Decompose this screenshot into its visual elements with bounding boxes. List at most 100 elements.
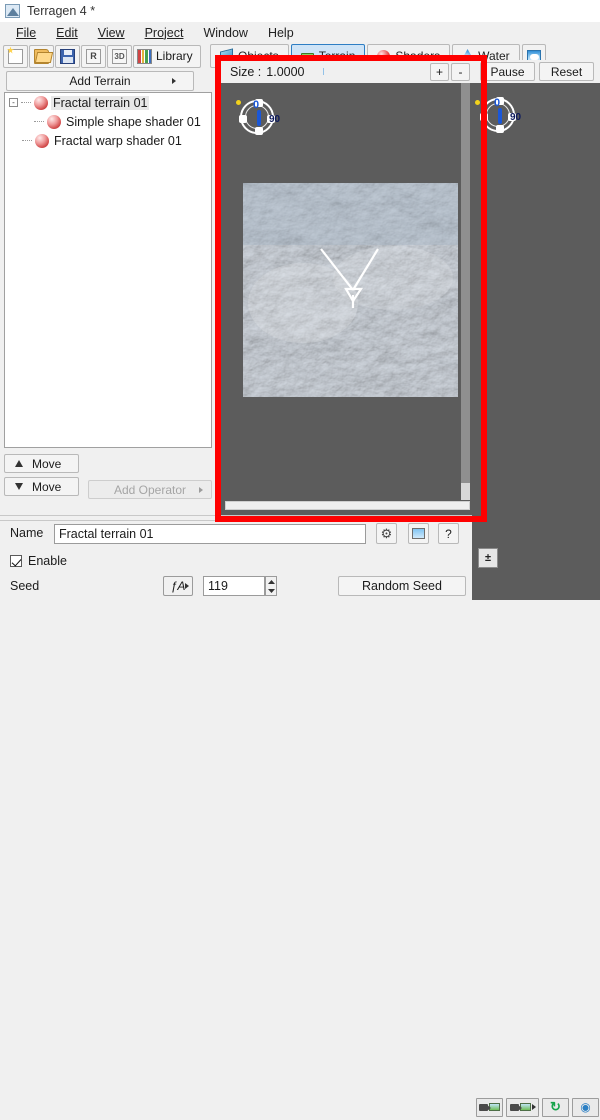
library-button[interactable]: Library bbox=[133, 44, 201, 68]
tree-item-fractal-terrain-01[interactable]: - Fractal terrain 01 bbox=[5, 93, 211, 112]
render-camera-icon bbox=[479, 1103, 491, 1111]
tree-connector-line bbox=[34, 121, 44, 122]
compass-needle bbox=[498, 108, 502, 124]
new-file-icon bbox=[8, 48, 23, 64]
add-operator-button: Add Operator bbox=[88, 480, 212, 499]
tree-item-label: Fractal terrain 01 bbox=[51, 95, 150, 110]
zoom-out-label: - bbox=[458, 65, 463, 79]
menu-help[interactable]: Help bbox=[258, 24, 304, 42]
light-marker-icon bbox=[475, 100, 480, 105]
zoom-in-button[interactable]: + bbox=[430, 63, 449, 81]
globe-icon: ◉ bbox=[580, 1100, 591, 1114]
node-sphere-icon bbox=[47, 114, 61, 129]
node-color-button[interactable] bbox=[408, 523, 429, 544]
render-button[interactable]: R bbox=[81, 44, 106, 68]
menu-bar: File Edit View Project Window Help bbox=[0, 22, 600, 43]
terragen-logo-icon bbox=[5, 4, 20, 18]
menu-edit[interactable]: Edit bbox=[46, 24, 88, 42]
chevron-right-icon bbox=[199, 486, 203, 493]
render-camera-options-icon bbox=[509, 1103, 522, 1111]
random-seed-label: Random Seed bbox=[362, 579, 442, 593]
title-bar: Terragen 4 * bbox=[0, 0, 600, 22]
library-books-icon bbox=[137, 48, 152, 64]
globe-button[interactable]: ◉ bbox=[572, 1097, 599, 1117]
name-input[interactable]: Fractal terrain 01 bbox=[54, 524, 366, 544]
add-terrain-label: Add Terrain bbox=[69, 73, 131, 88]
properties-panel: Name Fractal terrain 01 ⚙ ? Enable Seed … bbox=[0, 520, 472, 600]
menu-view-label: View bbox=[97, 25, 125, 40]
light-marker-icon bbox=[236, 100, 241, 105]
render-toolbar-panel: ± ↻ ◉ bbox=[472, 520, 600, 1117]
render-options-button[interactable] bbox=[506, 1097, 539, 1117]
size-slider-tick[interactable] bbox=[322, 68, 324, 75]
library-button-label: Library bbox=[156, 49, 193, 63]
preview-navigation-compass-left[interactable]: 0 90 bbox=[239, 99, 280, 135]
node-sphere-icon bbox=[34, 95, 48, 110]
camera-frustum-overlay bbox=[320, 248, 379, 308]
compass-pitch-label: 90 bbox=[510, 112, 522, 123]
enable-label: Enable bbox=[28, 554, 67, 568]
add-terrain-button[interactable]: Add Terrain bbox=[6, 70, 194, 91]
seed-function-button[interactable]: ƒA bbox=[163, 576, 193, 596]
enable-checkbox-row[interactable]: Enable bbox=[10, 554, 67, 568]
gear-icon: ⚙ bbox=[380, 525, 393, 541]
open-project-button[interactable] bbox=[29, 44, 54, 68]
seed-label: Seed bbox=[10, 579, 40, 593]
random-seed-button[interactable]: Random Seed bbox=[338, 576, 466, 596]
name-input-value: Fractal terrain 01 bbox=[59, 527, 154, 541]
preview-playback-bar: Pause Reset bbox=[476, 60, 600, 83]
compass-heading-label: 0 bbox=[494, 97, 501, 109]
add-terrain-row: Add Terrain bbox=[0, 69, 215, 92]
seed-input[interactable]: 119 bbox=[203, 576, 265, 596]
move-down-button[interactable]: Move bbox=[4, 477, 79, 496]
refresh-button[interactable]: ↻ bbox=[542, 1097, 569, 1117]
compass-pitch-label: 90 bbox=[269, 114, 281, 125]
terrain-node-tree[interactable]: - Fractal terrain 01 Simple shape shader… bbox=[4, 92, 212, 448]
save-project-button[interactable] bbox=[55, 44, 80, 68]
node-sphere-icon bbox=[35, 133, 49, 148]
zoom-out-button[interactable]: - bbox=[451, 63, 470, 81]
exposure-button[interactable]: ± bbox=[478, 548, 498, 568]
menu-edit-label: Edit bbox=[56, 25, 78, 40]
question-mark-icon: ? bbox=[445, 526, 452, 541]
scrollbar-thumb[interactable] bbox=[461, 83, 470, 483]
menu-file[interactable]: File bbox=[6, 24, 46, 42]
arrow-up-icon bbox=[15, 460, 23, 467]
color-swatch-icon bbox=[412, 528, 425, 539]
compass-nub-left[interactable] bbox=[239, 115, 247, 123]
exposure-icon: ± bbox=[484, 552, 492, 564]
node-settings-button[interactable]: ⚙ bbox=[376, 523, 397, 544]
stepper-up-icon[interactable] bbox=[266, 577, 276, 586]
compass-nub-bottom[interactable] bbox=[496, 125, 504, 133]
enable-checkbox[interactable] bbox=[10, 555, 22, 567]
new-project-button[interactable] bbox=[3, 44, 28, 68]
compass-nub-bottom[interactable] bbox=[255, 127, 263, 135]
add-operator-label: Add Operator bbox=[113, 482, 187, 497]
render-to-preview-button[interactable] bbox=[476, 1097, 503, 1117]
menu-view[interactable]: View bbox=[88, 24, 135, 42]
compass-needle bbox=[257, 110, 261, 126]
save-disk-icon bbox=[60, 48, 75, 64]
preview-3d-button[interactable]: 3D bbox=[107, 44, 132, 68]
preview-vertical-scrollbar[interactable] bbox=[461, 83, 470, 500]
preview-horizontal-scrollbar[interactable] bbox=[225, 501, 470, 510]
help-button[interactable]: ? bbox=[438, 523, 459, 544]
tree-item-label: Simple shape shader 01 bbox=[66, 114, 201, 129]
tree-expander-icon[interactable]: - bbox=[9, 98, 18, 107]
render-button-row: ↻ ◉ bbox=[472, 1094, 600, 1120]
compass-nub-left[interactable] bbox=[480, 113, 488, 121]
preview-navigation-compass-right[interactable]: 0 90 bbox=[480, 97, 521, 133]
tree-item-simple-shape-shader-01[interactable]: Simple shape shader 01 bbox=[5, 112, 211, 131]
tree-item-fractal-warp-shader-01[interactable]: Fractal warp shader 01 bbox=[5, 131, 211, 150]
3d-icon: 3D bbox=[112, 48, 127, 64]
terrain-preview-viewport[interactable] bbox=[225, 83, 470, 500]
seed-stepper[interactable] bbox=[265, 576, 277, 596]
pause-button[interactable]: Pause bbox=[480, 62, 535, 81]
reset-button[interactable]: Reset bbox=[539, 62, 594, 81]
chevron-right-icon bbox=[531, 1104, 536, 1110]
menu-window[interactable]: Window bbox=[193, 24, 257, 42]
stepper-down-icon[interactable] bbox=[266, 586, 276, 595]
menu-project[interactable]: Project bbox=[135, 24, 194, 42]
reset-label: Reset bbox=[550, 64, 583, 79]
move-up-button[interactable]: Move bbox=[4, 454, 79, 473]
